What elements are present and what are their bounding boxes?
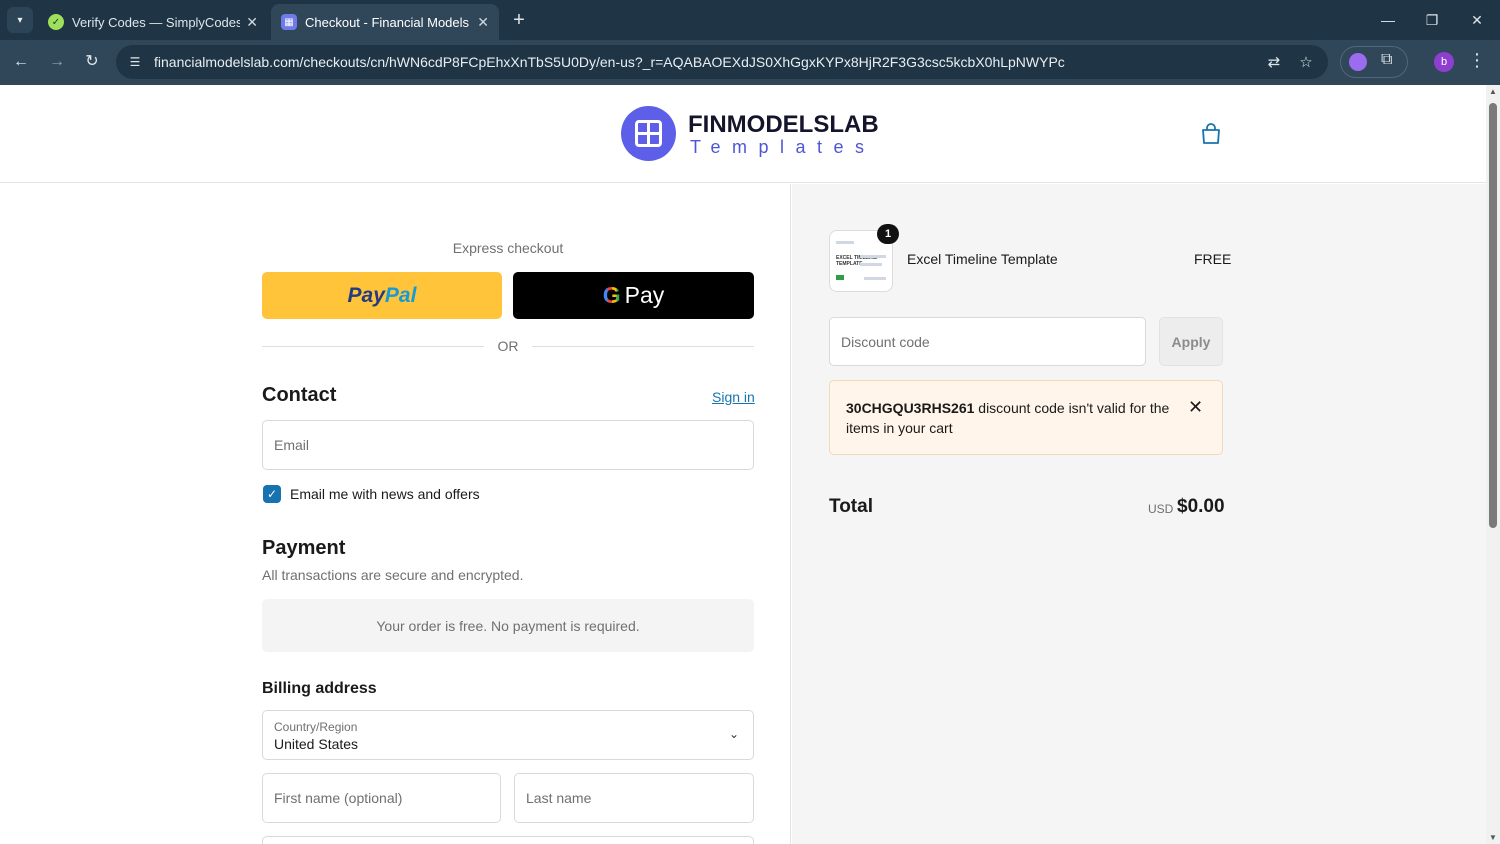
scroll-up-icon[interactable]: ▲ (1488, 87, 1498, 96)
forward-icon[interactable]: → (45, 50, 69, 74)
store-header: FINMODELSLAB Templates (0, 85, 1486, 183)
sign-in-link[interactable]: Sign in (712, 389, 755, 405)
checkout-form: Express checkout Pay Pal G Pay OR Contact … (0, 184, 791, 844)
express-checkout-label: Express checkout (452, 240, 564, 256)
puzzle-extensions-icon[interactable]: ⧉ (1381, 51, 1392, 69)
billing-address-heading: Billing address (262, 680, 377, 697)
discount-code-input[interactable]: Discount code (829, 317, 1146, 366)
bookmark-star-icon[interactable]: ☆ (1296, 53, 1316, 73)
order-summary: EXCEL TIMELINE TEMPLATE 1 Excel Timeline … (792, 184, 1486, 844)
extensions-group: ⧉ (1340, 46, 1408, 78)
page-scrollbar[interactable]: ▲ ▼ (1486, 85, 1500, 844)
scrollbar-thumb[interactable] (1489, 103, 1497, 528)
tab-checkout[interactable]: ▦ Checkout - Financial Models Lab ✕ (271, 4, 499, 40)
logo-subtitle: Templates (690, 137, 876, 157)
chevron-down-icon: ⌄ (728, 727, 739, 741)
gpay-label: Pay (624, 282, 665, 308)
site-info-icon[interactable]: ☰ (126, 53, 144, 71)
product-price: FREE (1194, 251, 1232, 267)
google-pay-button[interactable]: G Pay (513, 272, 754, 319)
url-text: financialmodelslab.com/checkouts/cn/hWN6… (154, 54, 1065, 70)
country-label: Country/Region (274, 720, 358, 734)
scroll-down-icon[interactable]: ▼ (1488, 833, 1498, 842)
logo-name[interactable]: FINMODELSLAB (688, 111, 879, 139)
tab-search-icon[interactable]: ▾ (7, 7, 33, 33)
discount-error-banner: 30CHGQU3RHS261 discount code isn't valid… (829, 380, 1223, 455)
or-label: OR (497, 338, 519, 354)
first-name-field[interactable]: First name (optional) (262, 773, 501, 823)
payment-heading: Payment (262, 537, 346, 559)
translate-icon[interactable]: ⇄ (1264, 53, 1284, 73)
next-address-field[interactable] (262, 836, 754, 844)
browser-toolbar: ← → ↻ ☰ financialmodelslab.com/checkouts… (0, 40, 1500, 85)
logo-grid-icon[interactable] (621, 106, 676, 161)
newsletter-checkbox[interactable]: ✓ (263, 485, 281, 503)
new-tab-icon[interactable]: + (508, 8, 530, 32)
newsletter-label: Email me with news and offers (290, 486, 480, 502)
or-divider: OR (262, 336, 754, 356)
tab-title: Verify Codes — SimplyCodes (72, 14, 241, 30)
finmodelslab-favicon-icon: ▦ (281, 14, 297, 30)
restore-icon[interactable]: ❐ (1410, 6, 1454, 34)
discount-error-text: 30CHGQU3RHS261 discount code isn't valid… (846, 400, 1170, 436)
product-name: Excel Timeline Template (907, 251, 1058, 267)
profile-avatar[interactable]: b (1434, 52, 1454, 72)
paypal-button[interactable]: Pay Pal (262, 272, 502, 319)
simplycodes-favicon-icon: ✓ (48, 14, 64, 30)
close-tab-icon[interactable]: ✕ (246, 14, 258, 31)
close-tab-icon[interactable]: ✕ (477, 14, 489, 31)
total-amount: $0.00 (1177, 496, 1225, 517)
free-order-notice: Your order is free. No payment is requir… (262, 599, 754, 652)
google-g-icon: G (602, 282, 621, 308)
tab-verify-codes[interactable]: ✓ Verify Codes — SimplyCodes ✕ (38, 4, 268, 40)
total-label: Total (829, 496, 873, 517)
address-bar[interactable]: ☰ financialmodelslab.com/checkouts/cn/hW… (116, 45, 1328, 79)
reload-icon[interactable]: ↻ (80, 50, 104, 74)
checkout-page: FINMODELSLAB Templates Express checkout … (0, 85, 1486, 844)
country-value: United States (274, 736, 359, 752)
quantity-badge: 1 (877, 224, 899, 244)
browser-tab-bar: ▾ ✓ Verify Codes — SimplyCodes ✕ ▦ Check… (0, 0, 1500, 40)
last-name-field[interactable]: Last name (514, 773, 754, 823)
total-currency: USD (1148, 502, 1174, 516)
back-icon[interactable]: ← (9, 50, 33, 74)
apply-discount-button[interactable]: Apply (1159, 317, 1223, 366)
browser-menu-icon[interactable]: ⋮ (1468, 50, 1486, 71)
tab-title: Checkout - Financial Models Lab (305, 14, 471, 30)
simplycodes-extension-icon[interactable] (1349, 53, 1367, 71)
email-field[interactable]: Email (262, 420, 754, 470)
payment-subtitle: All transactions are secure and encrypte… (262, 567, 524, 583)
close-window-icon[interactable]: ✕ (1455, 6, 1499, 34)
close-icon[interactable]: ✕ (1188, 397, 1203, 418)
paypal-text-a: Pay (347, 283, 385, 307)
minimize-icon[interactable]: — (1366, 6, 1410, 34)
contact-heading: Contact (262, 384, 337, 406)
shopping-bag-icon[interactable] (1201, 123, 1221, 145)
paypal-text-b: Pal (384, 283, 417, 307)
country-select[interactable]: Country/Region United States ⌄ (262, 710, 754, 760)
